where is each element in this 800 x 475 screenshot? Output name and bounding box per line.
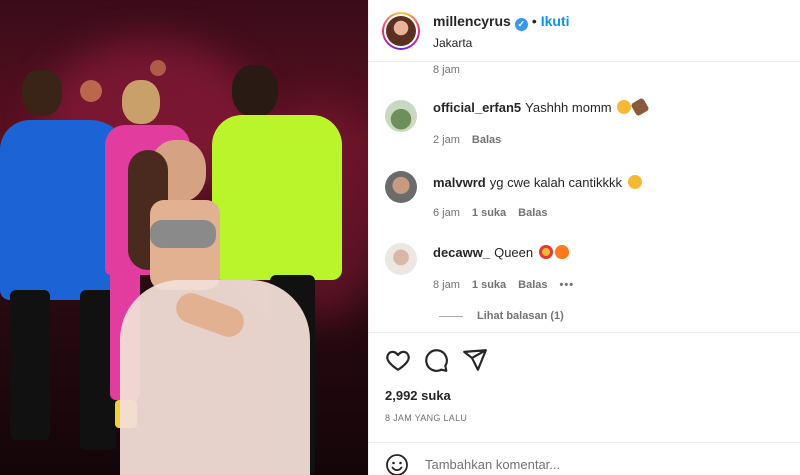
comment-text-line: decaww_ Queen <box>433 245 569 260</box>
zany-face-emoji-icon <box>627 175 642 189</box>
likes-count[interactable]: 2,992 suka <box>385 388 451 403</box>
comment-icon[interactable] <box>423 347 449 373</box>
comment-text: Yashhh momm <box>525 100 612 115</box>
post-details-panel: millencyrus ✓ • Ikuti Jakarta 8 jam officia… <box>368 0 800 475</box>
boots <box>10 290 50 440</box>
add-comment-bar <box>369 442 800 475</box>
replies-divider <box>439 315 463 317</box>
lamp <box>80 80 102 102</box>
person-head <box>122 80 160 124</box>
share-icon[interactable] <box>462 347 488 373</box>
comment-meta: 8 jam 1 suka Balas ••• <box>433 279 586 291</box>
verified-badge-icon: ✓ <box>514 18 528 31</box>
post-photo[interactable] <box>0 0 368 475</box>
comment-username[interactable]: malvwrd <box>433 175 486 190</box>
fire-emoji-icon <box>554 245 569 259</box>
comment-time: 6 jam <box>433 207 460 219</box>
comment-likes[interactable]: 1 suka <box>472 207 506 219</box>
person-head <box>22 70 62 116</box>
commenter-avatar[interactable] <box>385 243 417 275</box>
comment-text-line: malvwrd yg cwe kalah cantikkkk <box>433 175 642 190</box>
location-link[interactable]: Jakarta <box>433 36 472 50</box>
comment-options-icon[interactable]: ••• <box>560 279 575 291</box>
commenter-avatar[interactable] <box>385 100 417 132</box>
flexed-biceps-emoji-icon <box>630 97 650 117</box>
comment-meta: 6 jam 1 suka Balas <box>433 207 560 219</box>
lime-blazer <box>212 115 342 280</box>
post-timestamp: 8 JAM YANG LALU <box>385 413 468 423</box>
view-replies-button[interactable]: Lihat balasan (1) <box>439 310 564 322</box>
comment-time: 8 jam <box>433 279 460 291</box>
comment-username[interactable]: official_erfan5 <box>433 100 521 115</box>
comment-time: 2 jam <box>433 134 460 146</box>
reply-button[interactable]: Balas <box>518 207 547 219</box>
comments-list[interactable]: 8 jam official_erfan5 Yashhh momm 2 jam Ba… <box>369 62 800 332</box>
sequin-top <box>150 220 216 248</box>
reply-button[interactable]: Balas <box>518 279 547 291</box>
post-header: millencyrus ✓ • Ikuti Jakarta <box>369 0 800 62</box>
commenter-avatar[interactable] <box>385 171 417 203</box>
reply-button[interactable]: Balas <box>472 134 501 146</box>
comment-text-line: official_erfan5 Yashhh momm <box>433 97 650 117</box>
person-head <box>232 65 278 117</box>
separator-dot: • <box>531 13 537 29</box>
comment-input[interactable] <box>425 457 765 472</box>
comment-text: Queen <box>494 245 534 260</box>
comment-text: yg cwe kalah cantikkkk <box>489 175 622 190</box>
owner-line: millencyrus ✓ • Ikuti <box>433 13 570 31</box>
owner-username[interactable]: millencyrus <box>433 13 511 29</box>
comment-username[interactable]: decaww_ <box>433 245 490 260</box>
caption-time: 8 jam <box>433 64 460 76</box>
comment-meta: 2 jam Balas <box>433 134 513 146</box>
owner-avatar[interactable] <box>382 12 420 50</box>
follow-button[interactable]: Ikuti <box>541 13 570 29</box>
post-actions: 2,992 suka 8 JAM YANG LALU <box>369 332 800 442</box>
heart-eyes-emoji-icon <box>538 245 553 259</box>
view-replies-label: Lihat balasan (1) <box>477 310 564 322</box>
lamp <box>150 60 166 76</box>
heart-icon[interactable] <box>385 347 411 373</box>
emoji-picker-icon[interactable] <box>385 453 409 475</box>
face-with-tongue-emoji-icon <box>617 100 632 114</box>
comment-likes[interactable]: 1 suka <box>472 279 506 291</box>
